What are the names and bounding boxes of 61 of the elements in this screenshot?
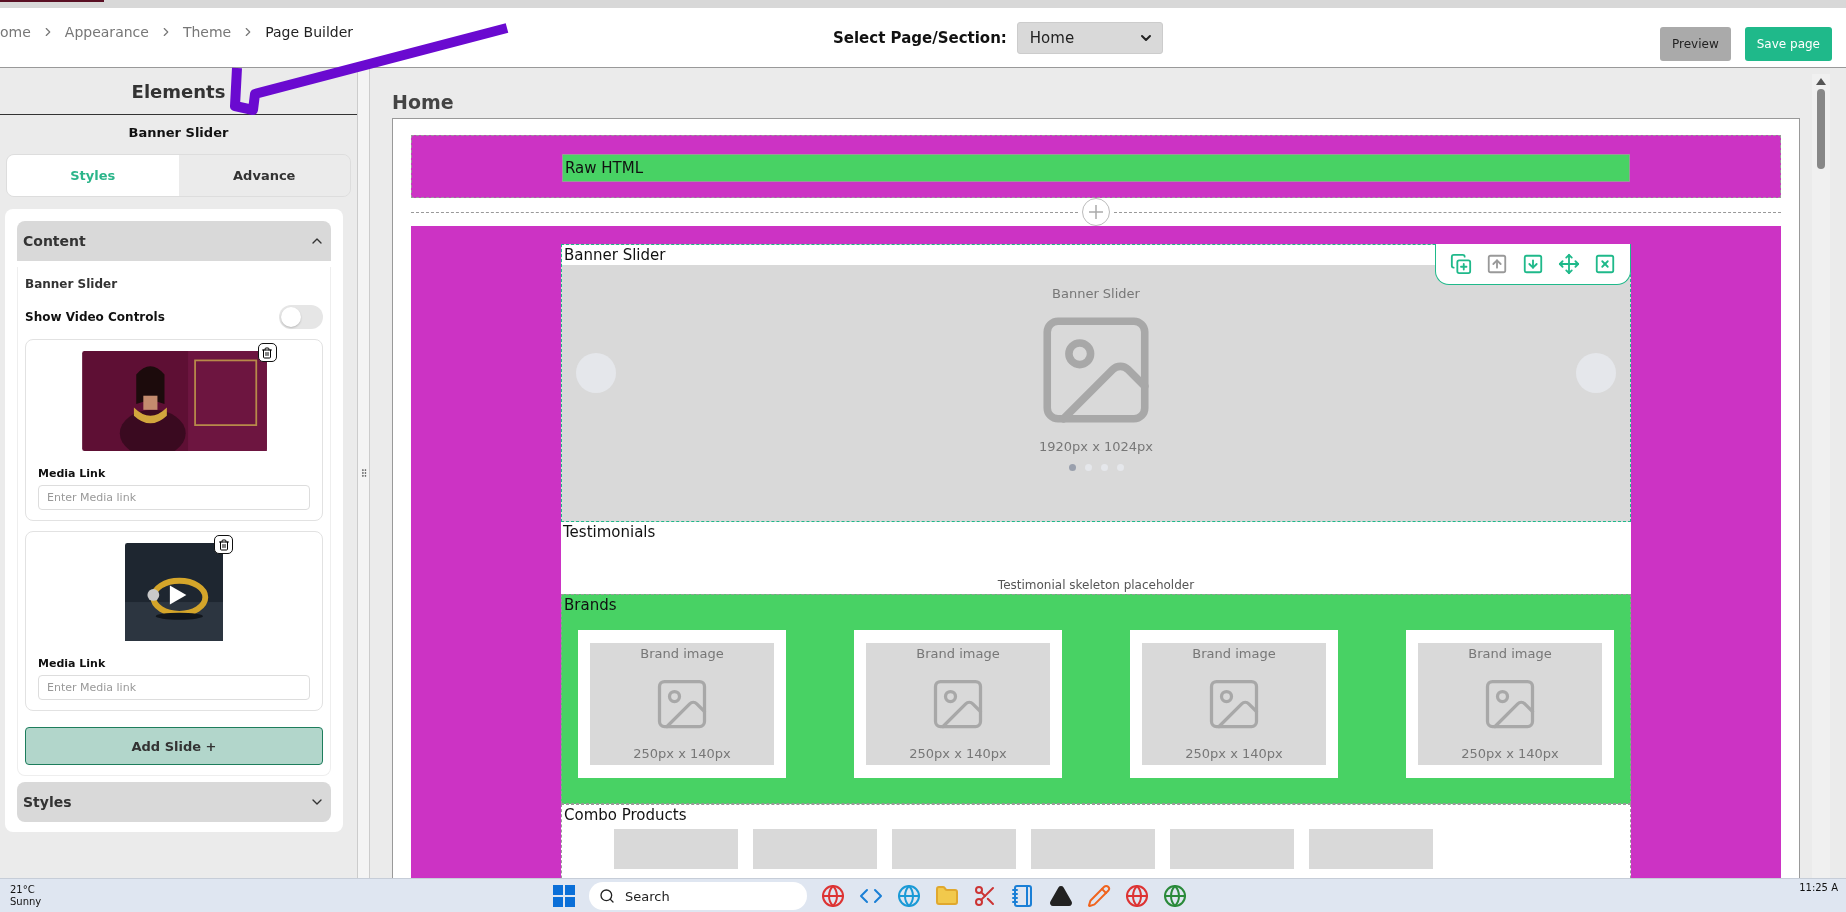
section-heading: Banner Slider — [25, 277, 119, 291]
toggle-switch[interactable] — [279, 305, 323, 329]
breadcrumb-link[interactable]: Appearance — [64, 23, 149, 40]
globe-icon[interactable] — [1163, 884, 1187, 908]
brand-label: Brand image — [1468, 646, 1552, 661]
taskbar-search[interactable]: Search — [589, 882, 807, 910]
element-name: Banner Slider — [127, 125, 230, 140]
preview-button[interactable]: Preview — [1660, 26, 1731, 61]
breadcrumb-link[interactable]: ome — [0, 23, 31, 40]
page-select[interactable]: Home — [1016, 21, 1163, 54]
globe-icon[interactable] — [1125, 884, 1149, 908]
breadcrumb-link[interactable]: Theme — [182, 23, 232, 40]
close-icon[interactable] — [1594, 253, 1616, 275]
pencil-icon[interactable] — [1087, 884, 1111, 908]
scroll-up-icon[interactable] — [1816, 77, 1826, 85]
arrow-down-icon[interactable] — [1522, 253, 1544, 275]
notebook-icon[interactable] — [1011, 884, 1035, 908]
image-size: 250px x 140px — [633, 746, 731, 761]
accordion-header[interactable]: Content — [17, 221, 331, 261]
globe-icon[interactable] — [821, 884, 845, 908]
input-field[interactable]: Enter Media link — [38, 675, 310, 700]
placeholder-text: Testimonial skeleton placeholder — [996, 578, 1196, 592]
trash-icon — [261, 346, 273, 359]
weather-condition: Sunny — [10, 895, 42, 908]
field-label: Media Link — [38, 467, 107, 480]
brand-label: Brand image — [1192, 646, 1276, 661]
image-size: 250px x 140px — [909, 746, 1007, 761]
scissors-icon[interactable] — [973, 884, 997, 908]
input-field[interactable]: Enter Media link — [38, 485, 310, 510]
delete-button[interactable] — [214, 535, 233, 554]
windows-start-icon[interactable] — [553, 885, 575, 907]
brand-label: Brand image — [916, 646, 1000, 661]
raw-html-block: Raw HTML — [562, 154, 1630, 182]
image-size: 1920px x 1024px — [1039, 439, 1153, 454]
breadcrumb-link[interactable]: Page Builder — [265, 23, 354, 40]
scrollbar-thumb[interactable] — [1817, 89, 1825, 169]
block-title: Brands — [563, 595, 618, 615]
slide-dot[interactable] — [1068, 464, 1076, 471]
delete-button[interactable] — [257, 343, 277, 362]
clock: 11:25 A — [1799, 881, 1839, 893]
accordion-header[interactable]: Styles — [17, 782, 331, 822]
brand-label: Brand image — [640, 646, 724, 661]
plus-icon — [1087, 203, 1105, 221]
trash-icon — [217, 538, 230, 551]
banner-caption: Banner Slider — [1052, 286, 1140, 301]
duplicate-icon[interactable] — [1450, 253, 1472, 275]
field-label: Media Link — [38, 657, 107, 670]
arrow-up-icon[interactable] — [1486, 253, 1508, 275]
move-icon[interactable] — [1558, 253, 1580, 275]
folder-icon[interactable] — [935, 884, 959, 908]
add-slide-button[interactable]: Add Slide + — [25, 727, 323, 765]
toggle-label: Show Video Controls — [25, 310, 165, 324]
temperature: 21°C — [10, 883, 36, 896]
image-size: 250px x 140px — [1461, 746, 1559, 761]
search-icon — [599, 888, 615, 904]
page-title: Home — [392, 90, 455, 115]
image-size: 250px x 140px — [1185, 746, 1283, 761]
select-label: Select Page/Section: — [833, 28, 1007, 47]
triangle-icon[interactable] — [1049, 884, 1073, 908]
add-section-button[interactable] — [1082, 198, 1110, 226]
globe-icon[interactable] — [897, 884, 921, 908]
